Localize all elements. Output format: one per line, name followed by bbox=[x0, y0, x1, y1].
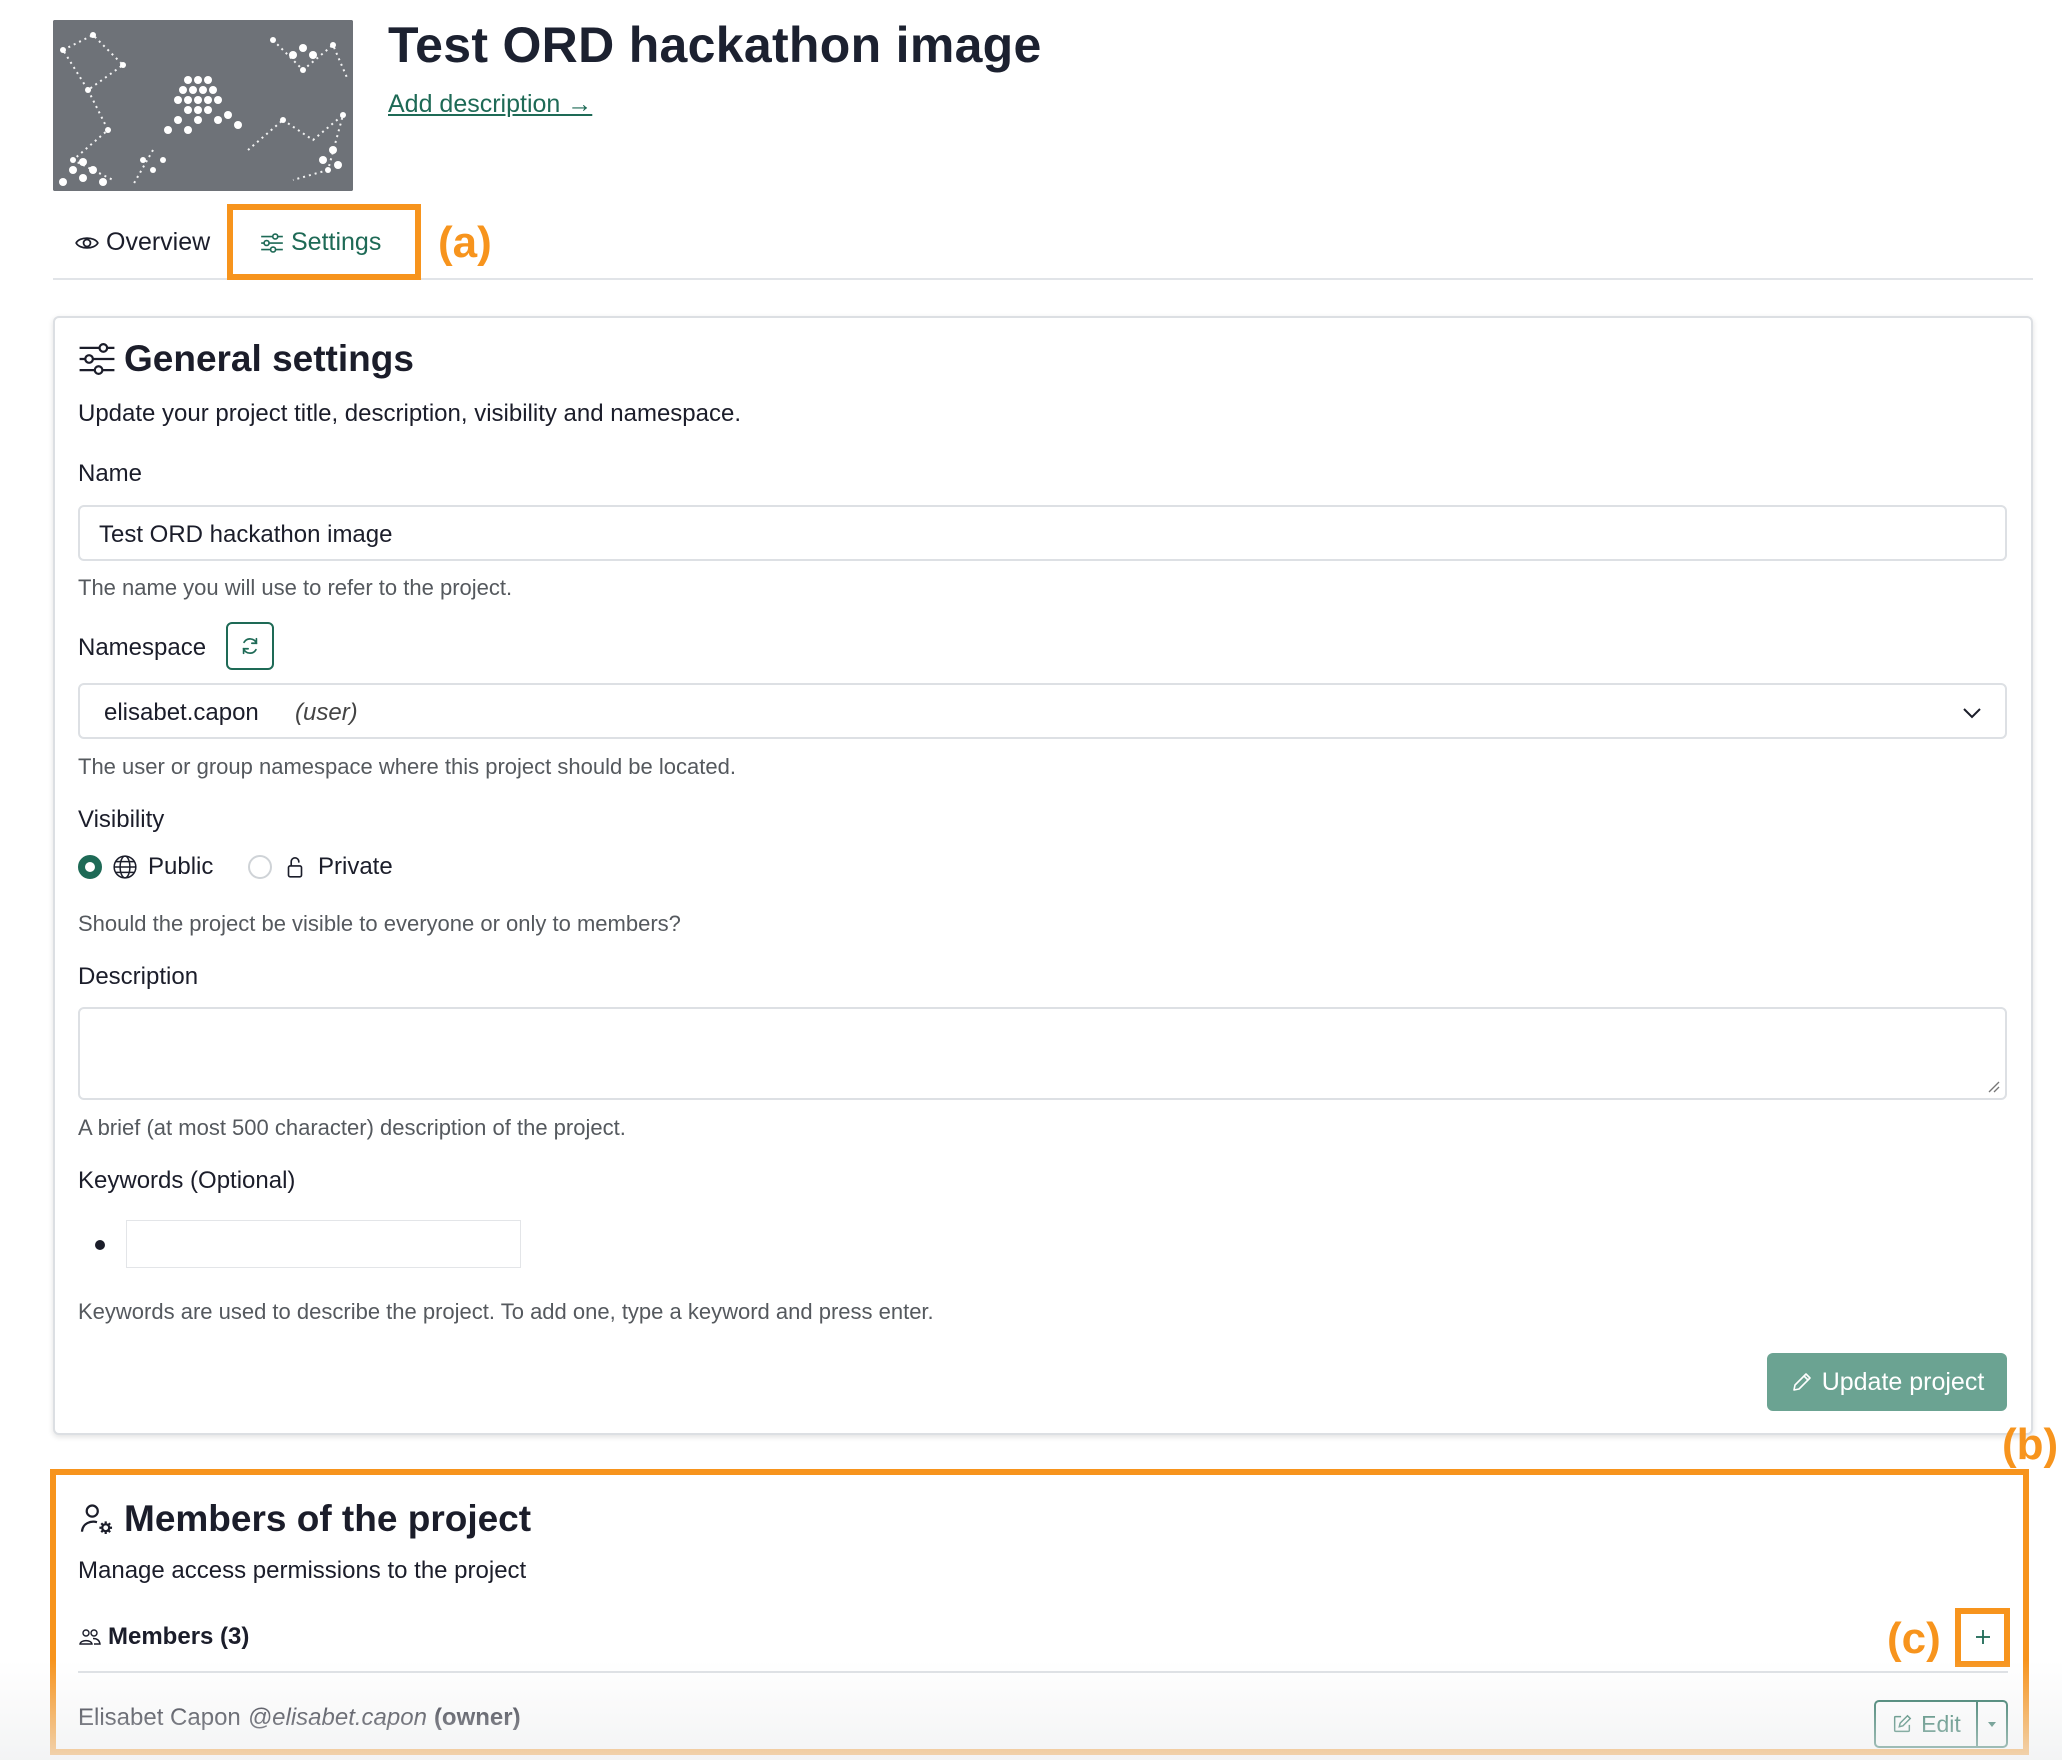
lock-icon bbox=[287, 856, 303, 878]
users-icon bbox=[79, 1629, 101, 1645]
namespace-kind: (user) bbox=[295, 699, 358, 726]
name-label: Name bbox=[78, 460, 143, 487]
visibility-help: Should the project be visible to everyon… bbox=[78, 911, 681, 936]
description-help: A brief (at most 500 character) descript… bbox=[78, 1115, 626, 1140]
visibility-option-private[interactable]: Private bbox=[248, 853, 393, 881]
tab-overview[interactable]: Overview bbox=[74, 228, 210, 257]
description-textarea[interactable] bbox=[78, 1007, 2007, 1100]
visibility-option-public[interactable]: Public bbox=[78, 853, 213, 881]
sliders-icon bbox=[79, 343, 115, 375]
members-title-text: Members of the project bbox=[124, 1498, 532, 1539]
general-settings-title: General settings bbox=[78, 338, 414, 380]
member-role: (owner) bbox=[433, 1704, 521, 1731]
general-settings-subtitle: Update your project title, description, … bbox=[78, 400, 741, 427]
globe-icon bbox=[113, 855, 137, 879]
update-project-button[interactable]: Update project bbox=[1767, 1353, 2007, 1411]
caret-down-icon bbox=[1988, 1722, 1996, 1727]
namespace-help: The user or group namespace where this p… bbox=[78, 754, 736, 779]
edit-member-main[interactable]: Edit bbox=[1876, 1702, 1976, 1746]
keywords-label: Keywords (Optional) bbox=[78, 1167, 296, 1194]
name-input-value: Test ORD hackathon image bbox=[99, 521, 393, 548]
members-divider bbox=[78, 1671, 2008, 1673]
annotation-box-a bbox=[227, 204, 421, 280]
chevron-down-icon bbox=[1963, 708, 1981, 719]
annotation-label-b: (b) bbox=[2002, 1420, 2059, 1469]
private-radio[interactable] bbox=[248, 855, 272, 879]
annotation-label-c: (c) bbox=[1887, 1614, 1941, 1663]
annotation-label-a: (a) bbox=[438, 218, 492, 267]
members-title: Members of the project bbox=[78, 1498, 531, 1540]
edit-member-button[interactable]: Edit bbox=[1874, 1700, 2008, 1748]
member-row: Elisabet Capon @elisabet.capon (owner) bbox=[78, 1704, 521, 1732]
general-settings-title-text: General settings bbox=[124, 338, 414, 379]
project-title: Test ORD hackathon image bbox=[388, 17, 1042, 73]
members-count: Members (3) bbox=[108, 1623, 250, 1650]
edit-icon bbox=[1894, 1714, 1912, 1733]
visibility-label: Visibility bbox=[78, 806, 165, 833]
private-label: Private bbox=[318, 853, 393, 880]
namespace-select[interactable]: elisabet.capon (user) bbox=[78, 683, 2007, 739]
keyword-input[interactable] bbox=[126, 1220, 521, 1268]
pencil-icon bbox=[1792, 1373, 1811, 1391]
members-subtitle: Manage access permissions to the project bbox=[78, 1557, 527, 1584]
project-image-pattern bbox=[53, 20, 353, 191]
keywords-help: Keywords are used to describe the projec… bbox=[78, 1299, 934, 1324]
refresh-icon bbox=[242, 637, 258, 655]
public-label: Public bbox=[148, 853, 214, 880]
plus-icon bbox=[1976, 1630, 1990, 1644]
tab-overview-label: Overview bbox=[106, 228, 211, 256]
add-description-link[interactable]: Add description → bbox=[388, 90, 592, 119]
refresh-namespaces-button[interactable] bbox=[226, 622, 274, 670]
member-name: Elisabet Capon bbox=[78, 1704, 241, 1731]
project-thumbnail bbox=[53, 20, 353, 191]
keywords-bullet bbox=[95, 1240, 105, 1250]
update-project-label: Update project bbox=[1821, 1367, 1985, 1396]
edit-label: Edit bbox=[1921, 1710, 1961, 1737]
name-help: The name you will use to refer to the pr… bbox=[78, 575, 513, 600]
name-input[interactable]: Test ORD hackathon image bbox=[78, 505, 2007, 561]
namespace-value: elisabet.capon bbox=[104, 699, 259, 726]
namespace-label: Namespace bbox=[78, 634, 207, 661]
edit-dropdown-toggle[interactable] bbox=[1976, 1702, 2006, 1746]
members-count-header: Members (3) bbox=[78, 1623, 249, 1651]
eye-icon bbox=[75, 236, 99, 249]
member-handle: @elisabet.capon bbox=[247, 1704, 427, 1731]
description-label: Description bbox=[78, 963, 199, 990]
user-gear-icon bbox=[80, 1504, 113, 1535]
public-radio[interactable] bbox=[78, 855, 102, 879]
resize-handle-icon[interactable] bbox=[1987, 1080, 2001, 1094]
add-member-button[interactable] bbox=[1970, 1624, 1996, 1650]
